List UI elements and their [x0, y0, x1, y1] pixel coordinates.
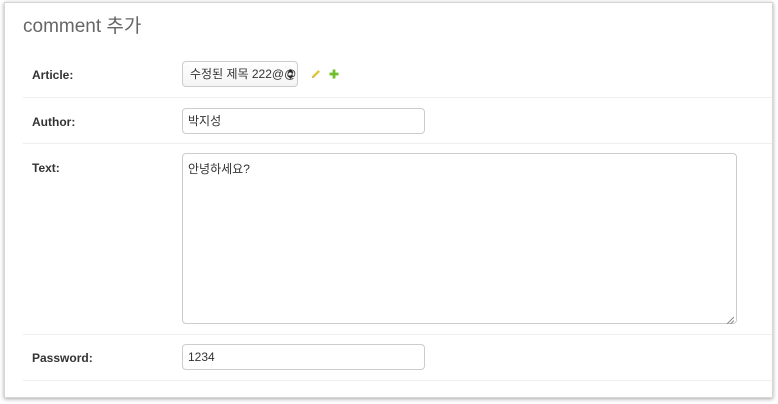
- select-arrows-icon: [287, 62, 294, 86]
- form-row-author: Author: 박지성: [23, 98, 772, 144]
- form-row-password: Password: 1234: [23, 335, 772, 381]
- form-row-text: Text: 안녕하세요?: [23, 144, 772, 335]
- password-input[interactable]: 1234: [182, 344, 425, 370]
- text-textarea-value: 안녕하세요?: [188, 162, 250, 176]
- article-select-value: 수정된 제목 222@@: [190, 67, 297, 81]
- article-select[interactable]: 수정된 제목 222@@: [182, 61, 298, 87]
- author-input[interactable]: 박지성: [182, 108, 425, 134]
- password-label: Password:: [32, 351, 93, 365]
- admin-form-window: comment 추가 Article: 수정된 제목 222@@ Author:…: [4, 2, 773, 398]
- pencil-icon[interactable]: [310, 67, 322, 79]
- text-label: Text:: [32, 161, 60, 175]
- author-label: Author:: [32, 115, 76, 129]
- article-label: Article:: [32, 68, 74, 82]
- text-textarea[interactable]: 안녕하세요?: [182, 153, 737, 325]
- plus-icon[interactable]: [328, 67, 340, 79]
- resize-handle-icon[interactable]: [726, 313, 735, 325]
- form-row-article: Article: 수정된 제목 222@@: [23, 53, 772, 98]
- page-title: comment 추가: [23, 16, 142, 37]
